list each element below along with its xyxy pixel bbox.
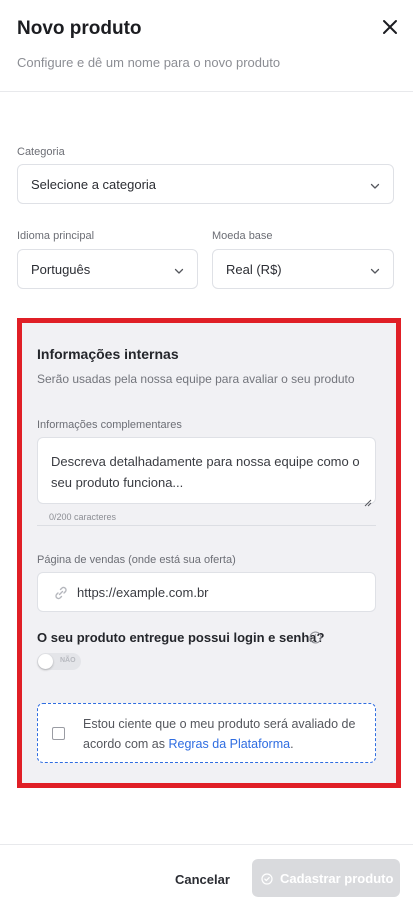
submit-product-label: Cadastrar produto <box>280 871 394 886</box>
language-label: Idioma principal <box>17 230 95 242</box>
link-icon <box>53 585 69 601</box>
category-select-value: Selecione a categoria <box>31 177 157 192</box>
internal-info-panel: Informações internas Serão usadas pela n… <box>17 318 401 788</box>
check-circle-icon <box>261 872 273 885</box>
agreement-checkbox[interactable] <box>52 727 65 740</box>
currency-select-value: Real (R$) <box>226 262 282 277</box>
agreement-text-suffix: . <box>290 737 294 751</box>
close-icon[interactable] <box>378 15 402 39</box>
category-select[interactable]: Selecione a categoria <box>17 164 394 204</box>
language-select[interactable]: Português <box>17 249 198 289</box>
divider <box>37 525 376 526</box>
currency-select[interactable]: Real (R$) <box>212 249 394 289</box>
agreement-text: Estou ciente que o meu produto será aval… <box>83 714 373 754</box>
login-toggle[interactable]: NÃO <box>37 653 81 670</box>
language-select-value: Português <box>31 262 91 277</box>
complementary-info-textarea[interactable]: Descreva detalhadamente para nossa equip… <box>37 437 376 507</box>
chevron-down-icon <box>173 264 185 276</box>
modal-footer: Cancelar Cadastrar produto <box>0 844 413 905</box>
submit-product-button[interactable]: Cadastrar produto <box>252 859 400 897</box>
modal-header: Novo produto Configure e dê um nome para… <box>0 0 413 92</box>
toggle-knob <box>38 654 53 669</box>
category-label: Categoria <box>17 146 65 158</box>
complementary-info-label: Informações complementares <box>37 419 182 431</box>
currency-label: Moeda base <box>212 230 273 242</box>
modal-subtitle: Configure e dê um nome para o novo produ… <box>17 55 281 70</box>
internal-info-subtitle: Serão usadas pela nossa equipe para aval… <box>37 372 355 386</box>
resize-handle-icon[interactable] <box>364 492 372 507</box>
agreement-box: Estou ciente que o meu produto será aval… <box>37 703 376 763</box>
character-counter: 0/200 caracteres <box>49 512 117 522</box>
modal-title: Novo produto <box>17 18 142 39</box>
complementary-info-placeholder: Descreva detalhadamente para nossa equip… <box>51 454 360 490</box>
chevron-down-icon <box>369 179 381 191</box>
chevron-down-icon <box>369 264 381 276</box>
sales-page-placeholder: https://example.com.br <box>77 585 209 600</box>
internal-info-title: Informações internas <box>37 346 179 362</box>
info-icon[interactable] <box>309 631 322 644</box>
login-question: O seu produto entregue possui login e se… <box>37 630 325 645</box>
toggle-label: NÃO <box>60 657 76 664</box>
platform-rules-link[interactable]: Regras da Plataforma <box>168 737 290 751</box>
sales-page-input[interactable]: https://example.com.br <box>37 572 376 612</box>
sales-page-label: Página de vendas (onde está sua oferta) <box>37 554 236 566</box>
cancel-button[interactable]: Cancelar <box>175 872 230 887</box>
